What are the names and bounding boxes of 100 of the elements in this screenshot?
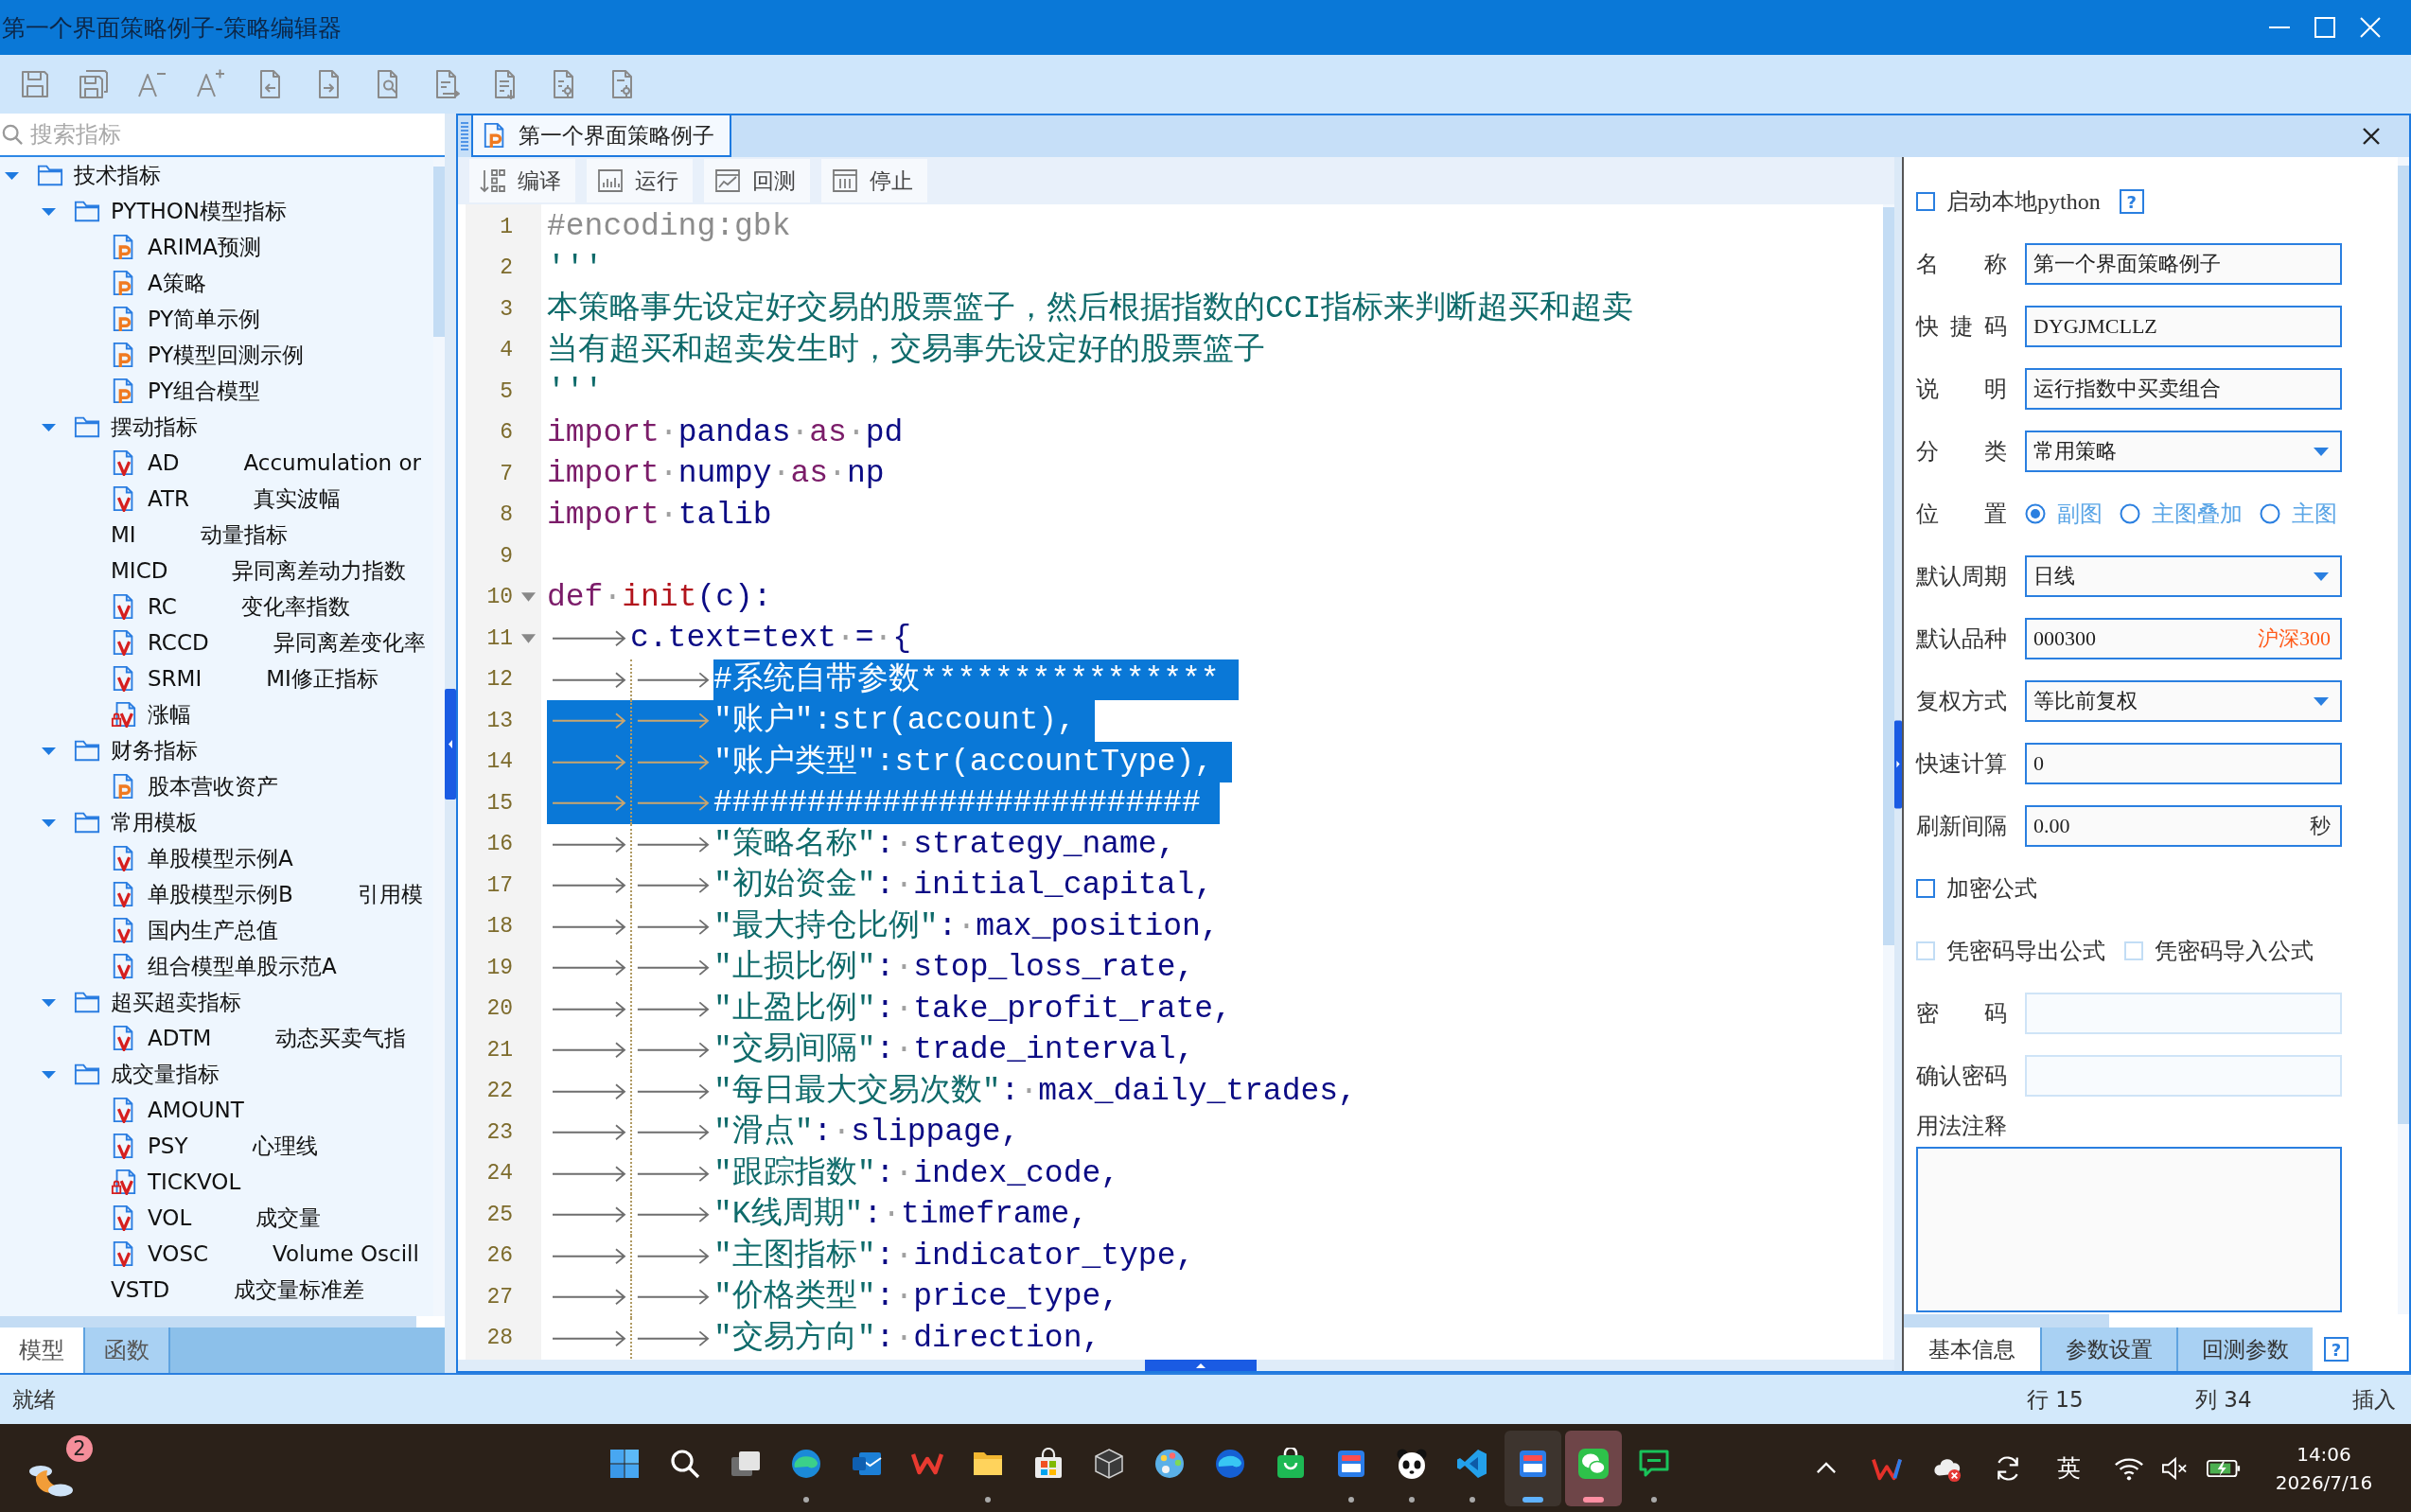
radio-button[interactable] (2120, 503, 2140, 524)
tree-item-label[interactable]: A策略 (148, 268, 206, 298)
maximize-icon[interactable] (2314, 17, 2335, 38)
grip-icon[interactable] (460, 122, 469, 150)
tree-item-label[interactable]: RC (148, 594, 177, 619)
tree-item-note: MI修正指标 (266, 664, 378, 693)
tree-item-label[interactable]: PY简单示例 (148, 304, 261, 334)
tree-item-label[interactable]: PY组合模型 (148, 376, 261, 406)
tree-item-label[interactable]: 国内生产总值 (148, 915, 278, 945)
toolbar-button[interactable]: 编译 (469, 159, 575, 202)
input-method[interactable]: 英 (2056, 1452, 2081, 1484)
code-line: ''' (547, 249, 604, 288)
tree-item-label[interactable]: 常用模板 (111, 807, 198, 837)
toolbar-button[interactable]: 回测 (704, 159, 810, 202)
checkbox[interactable] (1916, 192, 1935, 211)
tree-item-label[interactable]: PY模型回测示例 (148, 340, 305, 370)
tree-item-label[interactable]: VOL (148, 1205, 192, 1230)
input-field[interactable]: 0 (2025, 743, 2342, 784)
tab[interactable]: 函数 (85, 1327, 170, 1373)
tree-item-note: 成交量 (255, 1204, 322, 1232)
tab[interactable]: 回测参数 (2176, 1327, 2313, 1371)
clock-date[interactable]: 2026/7/16 (2275, 1468, 2373, 1497)
field-label: 密 码 (1916, 1000, 2007, 1028)
tab[interactable]: 模型 (0, 1327, 85, 1373)
tree-item-label[interactable]: VSTD (111, 1277, 170, 1302)
tab[interactable]: 参数设置 (2040, 1327, 2176, 1371)
panda-icon (1396, 1447, 1428, 1480)
tree-item-label[interactable]: MICD (111, 558, 168, 583)
input-field[interactable]: DYGJMCLLZ (2025, 306, 2342, 347)
splitter-handle[interactable] (1145, 1360, 1257, 1371)
checkbox-label[interactable]: 加密公式 (1946, 873, 2037, 904)
scrollbar-thumb[interactable] (2398, 166, 2409, 1124)
dropdown[interactable]: 日线 (2025, 555, 2342, 597)
input-field[interactable]: 000300 沪深300 (2025, 618, 2342, 659)
weather-icon[interactable] (28, 1464, 76, 1498)
taskbar-button[interactable] (1505, 1430, 1561, 1506)
field-label: 分 类 (1916, 438, 2007, 466)
speaker-muted-icon[interactable] (2161, 1455, 2188, 1481)
close-icon[interactable] (2362, 127, 2381, 146)
tree-item-label[interactable]: ARIMA预测 (148, 232, 262, 262)
tree-item-label[interactable]: PYTHON模型指标 (111, 196, 288, 226)
chevron-up-icon[interactable] (1816, 1462, 1837, 1474)
splitter-handle[interactable] (445, 689, 456, 800)
code-line: import·numpy·as·np (547, 455, 885, 493)
line-number: 4 (499, 338, 513, 363)
bag-icon (1275, 1447, 1307, 1480)
editor-tab[interactable]: 第一个界面策略例子 (471, 115, 731, 157)
toolbar-button[interactable]: 停止 (821, 159, 927, 202)
tree-item-note: 变化率指数 (240, 592, 350, 621)
tree-item-label[interactable]: 单股模型示例B (148, 879, 293, 909)
field-label: 快速计算 (1916, 750, 2007, 778)
toolbar-button[interactable]: 运行 (587, 159, 693, 202)
tree-item-label[interactable]: TICKVOL (148, 1169, 241, 1194)
tree-item-label[interactable]: ATR (148, 486, 189, 511)
code-line: "滑点":·slippage, (713, 1113, 1020, 1152)
dropdown[interactable]: 等比前复权 (2025, 680, 2342, 722)
scrollbar-thumb[interactable] (1904, 1314, 2109, 1327)
input-field[interactable]: 0.00 秒 (2025, 805, 2342, 847)
tree-item-label[interactable]: VOSC (148, 1241, 209, 1266)
palette-icon (1153, 1447, 1186, 1480)
tree-item-label[interactable]: 摆动指标 (111, 412, 198, 442)
fold-caret-icon[interactable] (521, 592, 536, 603)
scrollbar-thumb[interactable] (0, 1316, 416, 1327)
caret-icon (2314, 696, 2329, 706)
field-label: 复权方式 (1916, 688, 2007, 715)
scrollbar-thumb[interactable] (433, 167, 445, 337)
scrollbar-thumb[interactable] (1883, 207, 1894, 945)
tree-item-label[interactable]: 单股模型示例A (148, 843, 293, 873)
taskbar-button[interactable] (1565, 1430, 1622, 1506)
tree-item-label[interactable]: 成交量指标 (111, 1059, 220, 1089)
clock-time[interactable]: 14:06 (2297, 1439, 2351, 1468)
help-button[interactable]: ? (2119, 189, 2144, 214)
save-icon (19, 68, 51, 100)
text-area[interactable] (1916, 1147, 2342, 1312)
tree-item-label[interactable]: RCCD (148, 630, 209, 655)
tree-item-label[interactable]: SRMI (148, 666, 202, 691)
dropdown[interactable]: 常用策略 (2025, 431, 2342, 472)
field-label: 名 称 (1916, 251, 2007, 278)
tree-item-label[interactable]: 涨幅 (148, 699, 191, 730)
fold-caret-icon[interactable] (521, 633, 536, 643)
tree-item-label[interactable]: 技术指标 (74, 160, 161, 190)
line-number: 24 (485, 1161, 513, 1187)
tree-item-label[interactable]: 组合模型单股示范A (148, 951, 337, 981)
field-label: 快 捷 码 (1916, 313, 2007, 341)
radio-button[interactable] (2025, 503, 2046, 524)
tree-item-label[interactable]: PSY (148, 1134, 188, 1158)
help-button[interactable]: ? (2324, 1337, 2349, 1362)
checkbox-label[interactable]: 启动本地python (1946, 186, 2101, 217)
tree-item-label[interactable]: AMOUNT (148, 1098, 244, 1122)
tree-item-label[interactable]: ADTM (148, 1026, 212, 1050)
tree-item-label[interactable]: 超买超卖指标 (111, 987, 241, 1017)
tree-item-label[interactable]: MI (111, 522, 136, 547)
radio-button[interactable] (2260, 503, 2280, 524)
tree-item-label[interactable]: 股本营收资产 (148, 771, 278, 801)
tree-item-label[interactable]: AD (148, 450, 180, 475)
input-field[interactable]: 第一个界面策略例子 (2025, 243, 2342, 285)
tree-item-label[interactable]: 财务指标 (111, 735, 198, 765)
checkbox[interactable] (1916, 879, 1935, 898)
battery-charging-icon[interactable] (2207, 1457, 2241, 1479)
input-field[interactable]: 运行指数中买卖组合 (2025, 368, 2342, 410)
